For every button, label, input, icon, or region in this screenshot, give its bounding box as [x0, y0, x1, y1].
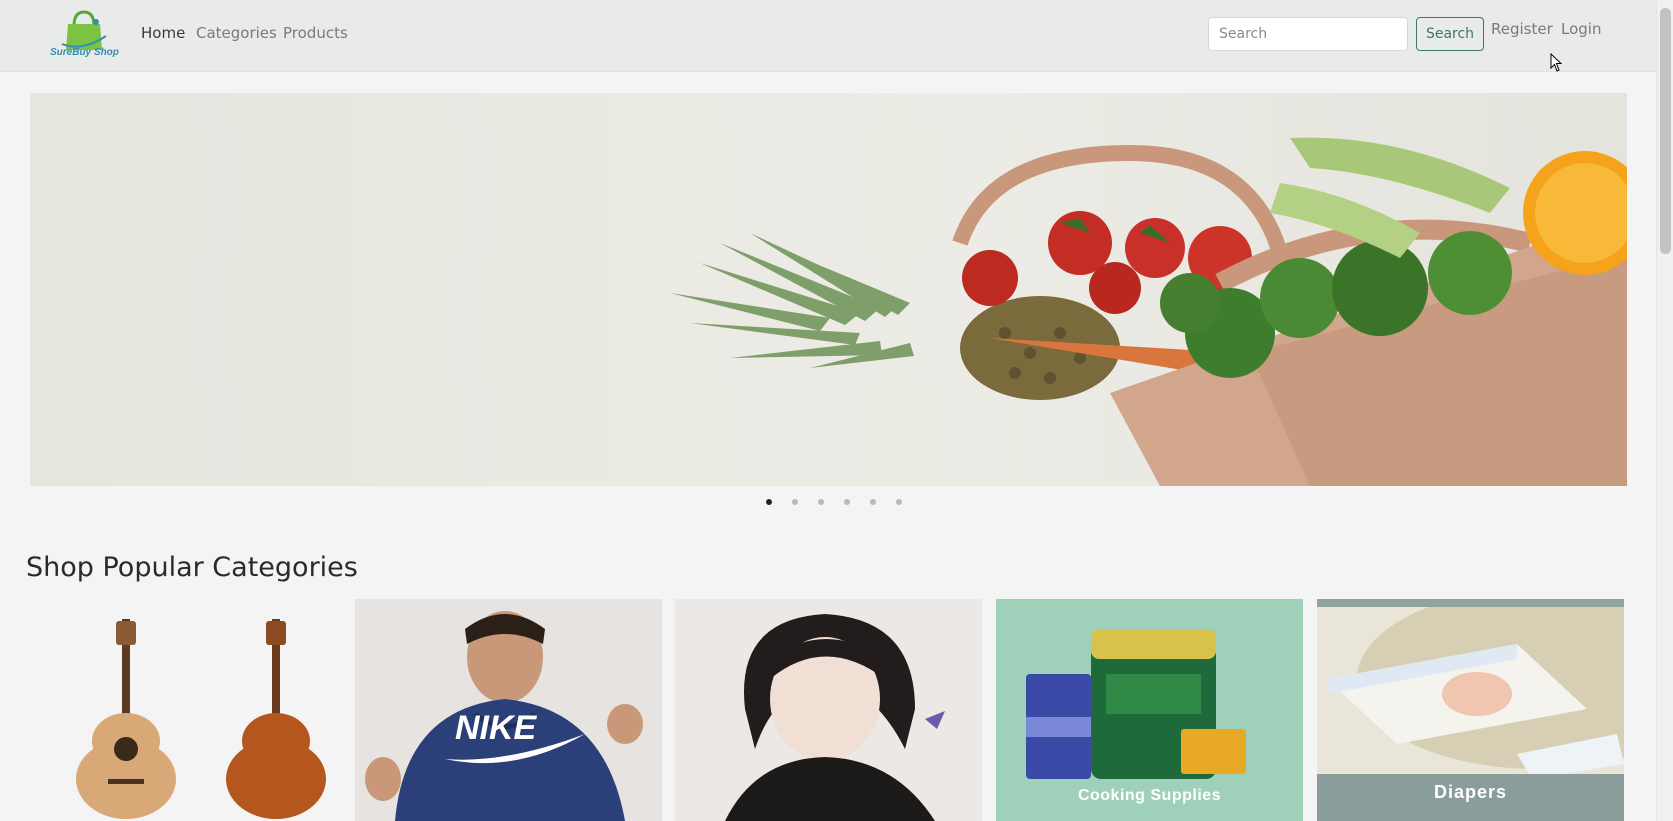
- man-in-hoodie-image: NIKE: [355, 599, 662, 821]
- hero-carousel-slide[interactable]: [30, 93, 1627, 486]
- carousel-dot-3[interactable]: [818, 499, 824, 505]
- register-link[interactable]: Register: [1491, 20, 1553, 38]
- grocery-bag-image: [670, 137, 1627, 486]
- popular-categories-heading: Shop Popular Categories: [26, 552, 358, 583]
- nav-categories-link[interactable]: Categories: [196, 24, 277, 42]
- login-link[interactable]: Login: [1561, 20, 1601, 38]
- scrollbar-thumb[interactable]: [1660, 8, 1671, 254]
- category-card-cooking-supplies[interactable]: Cooking Supplies: [996, 599, 1303, 821]
- mouse-cursor-icon: [1550, 53, 1563, 72]
- carousel-dot-5[interactable]: [870, 499, 876, 505]
- page-scrollbar[interactable]: [1656, 0, 1673, 821]
- cooking-supplies-label: Cooking Supplies: [1077, 787, 1222, 804]
- search-input[interactable]: [1208, 17, 1408, 51]
- carousel-dot-1[interactable]: [766, 499, 772, 505]
- top-navbar: SureBuy Shop Home Categories Products Se…: [0, 0, 1673, 72]
- search-button[interactable]: Search: [1416, 17, 1484, 51]
- category-card-diapers[interactable]: Diapers: [1317, 599, 1624, 821]
- diapers-label: Diapers: [1433, 782, 1508, 802]
- category-card-anime[interactable]: [675, 599, 982, 821]
- brand-name: SureBuy Shop: [50, 47, 119, 58]
- category-card-hoodies[interactable]: NIKE: [355, 599, 662, 821]
- nav-products-link[interactable]: Products: [283, 24, 348, 42]
- category-card-guitars[interactable]: [26, 599, 333, 821]
- nike-logo-text: NIKE: [455, 709, 538, 747]
- carousel-dot-4[interactable]: [844, 499, 850, 505]
- guitar-image: [76, 619, 326, 819]
- carousel-dot-6[interactable]: [896, 499, 902, 505]
- carousel-indicators: [766, 499, 916, 509]
- carousel-dot-2[interactable]: [792, 499, 798, 505]
- anime-girl-image: [675, 599, 982, 821]
- nav-home-link[interactable]: Home: [141, 24, 185, 42]
